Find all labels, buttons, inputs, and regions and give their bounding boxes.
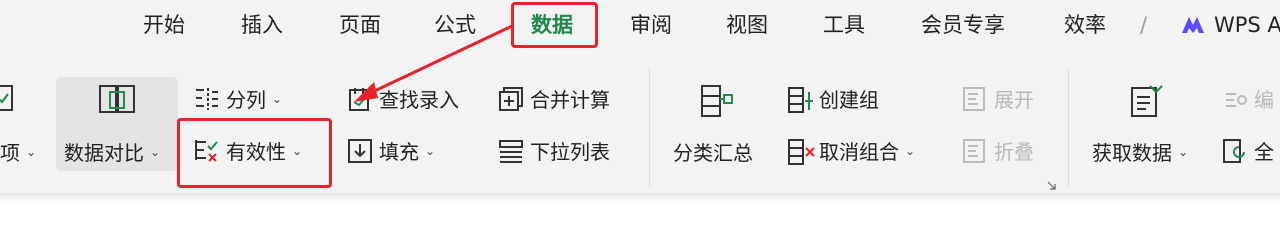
ribbon-shadow bbox=[0, 193, 1280, 203]
split-column-label: 分列 bbox=[226, 88, 266, 112]
subtotal-icon bbox=[700, 84, 736, 122]
tab-separator: / bbox=[1140, 13, 1148, 37]
data-compare-label: 数据对比 bbox=[64, 141, 144, 165]
chevron-down-icon: ⌄ bbox=[150, 144, 161, 159]
split-column-button[interactable]: 分列 ⌄ bbox=[194, 84, 282, 113]
partial-item-label: 项 bbox=[0, 141, 20, 165]
group-separator bbox=[1068, 68, 1069, 186]
get-data-button[interactable]: 获取数据 ⌄ bbox=[1092, 137, 1188, 166]
expand-label: 展开 bbox=[994, 88, 1034, 112]
refresh-all-label: 全 bbox=[1254, 140, 1274, 164]
tab-tools[interactable]: 工具 bbox=[823, 9, 865, 41]
group-separator bbox=[649, 68, 650, 186]
dropdown-list-label: 下拉列表 bbox=[530, 140, 610, 164]
subtotal-label: 分类汇总 bbox=[673, 141, 753, 165]
consolidate-label: 合并计算 bbox=[530, 88, 610, 112]
expand-button[interactable]: 展开 bbox=[962, 84, 1034, 113]
consolidate-icon bbox=[498, 86, 524, 112]
sheet-area bbox=[0, 203, 1280, 250]
chevron-down-icon: ⌄ bbox=[425, 143, 436, 158]
partial-icon bbox=[0, 84, 16, 118]
chevron-down-icon: ⌄ bbox=[905, 143, 916, 158]
wps-ai-logo[interactable]: WPS A bbox=[1180, 13, 1280, 37]
chevron-down-icon: ⌄ bbox=[272, 91, 283, 106]
annotation-arrow bbox=[354, 24, 513, 102]
link-icon bbox=[1222, 86, 1248, 112]
collapse-label: 折叠 bbox=[994, 140, 1034, 164]
dropdown-list-icon bbox=[498, 138, 524, 164]
tab-efficiency[interactable]: 效率 bbox=[1064, 9, 1106, 41]
create-group-label: 创建组 bbox=[819, 88, 879, 112]
split-column-icon bbox=[194, 86, 220, 112]
consolidate-button[interactable]: 合并计算 bbox=[498, 84, 610, 113]
wps-ai-icon bbox=[1180, 13, 1206, 37]
edit-links-button[interactable]: 编 bbox=[1222, 84, 1274, 113]
fill-label: 填充 bbox=[379, 140, 419, 164]
edit-links-label: 编 bbox=[1254, 88, 1274, 112]
tab-review[interactable]: 审阅 bbox=[630, 9, 672, 41]
get-data-label: 获取数据 bbox=[1092, 141, 1172, 165]
dropdown-list-button[interactable]: 下拉列表 bbox=[498, 136, 610, 165]
validity-highlight-box bbox=[177, 118, 332, 188]
refresh-icon bbox=[1222, 138, 1248, 164]
partial-item-button[interactable]: 项 ⌄ bbox=[0, 137, 36, 166]
tab-home[interactable]: 开始 bbox=[143, 9, 185, 41]
ungroup-icon bbox=[787, 138, 815, 165]
data-compare-icon bbox=[98, 84, 138, 122]
chevron-down-icon: ⌄ bbox=[26, 144, 37, 159]
subtotal-button[interactable]: 分类汇总 bbox=[673, 137, 753, 166]
tab-insert[interactable]: 插入 bbox=[241, 9, 283, 41]
group-dialog-launcher-icon[interactable] bbox=[1047, 176, 1057, 195]
fill-icon bbox=[347, 138, 373, 164]
ribbon-tab-bar: 开始 插入 页面 公式 数据 审阅 视图 工具 会员专享 效率 / WPS A bbox=[0, 0, 1280, 52]
data-compare-label-row: 数据对比 ⌄ bbox=[64, 137, 160, 166]
collapse-button[interactable]: 折叠 bbox=[962, 136, 1034, 165]
get-data-icon bbox=[1130, 84, 1164, 122]
wps-ai-label: WPS A bbox=[1214, 13, 1280, 37]
create-group-button[interactable]: 创建组 bbox=[787, 84, 879, 113]
tab-member[interactable]: 会员专享 bbox=[921, 9, 1005, 41]
fill-button[interactable]: 填充 ⌄ bbox=[347, 136, 435, 165]
expand-icon bbox=[962, 86, 988, 112]
refresh-all-button[interactable]: 全 bbox=[1222, 136, 1274, 165]
create-group-icon bbox=[787, 86, 813, 113]
ungroup-button[interactable]: 取消组合 ⌄ bbox=[787, 136, 915, 165]
chevron-down-icon: ⌄ bbox=[1178, 144, 1189, 159]
ungroup-label: 取消组合 bbox=[819, 140, 899, 164]
tab-data-highlight-box bbox=[511, 2, 598, 48]
collapse-icon bbox=[962, 138, 988, 164]
tab-view[interactable]: 视图 bbox=[726, 9, 768, 41]
